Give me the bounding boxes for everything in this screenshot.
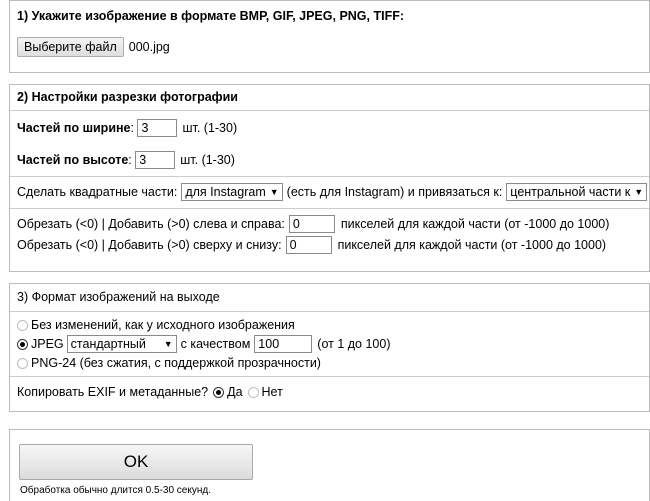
crop-lr-input[interactable]: 0 — [288, 215, 335, 233]
format-jpeg-label: JPEG — [31, 337, 64, 351]
exif-yes-radio[interactable] — [213, 386, 225, 398]
dropdown-arrow-icon: ▼ — [163, 339, 173, 349]
anchor-select-value: центральной части к — [510, 185, 631, 199]
file-name: 000.jpg — [128, 40, 170, 54]
crop-tb-hint: пикселей для каждой части (от -1000 до 1… — [337, 238, 607, 252]
section-slice-settings: 2) Настройки разрезки фотографии Частей … — [9, 84, 650, 272]
format-png-label: PNG-24 (без сжатия, с поддержкой прозрач… — [31, 356, 321, 370]
divider — [10, 376, 649, 377]
format-original-label: Без изменений, как у исходного изображен… — [31, 318, 295, 332]
square-parts-select-value: для Instagram — [185, 185, 266, 199]
quality-label: с качеством — [180, 337, 251, 351]
choose-file-button[interactable]: Выберите файл — [17, 37, 124, 57]
height-parts-input[interactable]: 3 — [135, 151, 176, 169]
crop-lr-hint: пикселей для каждой части (от -1000 до 1… — [340, 217, 610, 231]
square-parts-label: Сделать квадратные части: — [17, 185, 178, 199]
width-parts-hint: шт. (1-30) — [182, 121, 238, 135]
width-parts-input[interactable]: 3 — [137, 119, 178, 137]
quality-input[interactable]: 100 — [254, 335, 313, 353]
anchor-select[interactable]: центральной части к ▼ — [506, 183, 648, 201]
divider — [10, 208, 649, 209]
height-parts-label: Частей по высоте — [17, 153, 129, 167]
format-jpeg-radio[interactable] — [17, 338, 28, 350]
dropdown-arrow-icon: ▼ — [634, 187, 644, 197]
dropdown-arrow-icon: ▼ — [269, 187, 279, 197]
quality-hint: (от 1 до 100) — [317, 337, 391, 351]
divider — [10, 176, 649, 177]
square-parts-select[interactable]: для Instagram ▼ — [181, 183, 283, 201]
exif-no-radio[interactable] — [247, 386, 259, 398]
section-output-title: 3) Формат изображений на выходе — [17, 290, 220, 304]
section-upload-title: 1) Укажите изображение в формате BMP, GI… — [17, 9, 405, 23]
section-output-format: 3) Формат изображений на выходе Без изме… — [9, 283, 650, 412]
crop-lr-label: Обрезать (<0) | Добавить (>0) слева и сп… — [17, 217, 285, 231]
exif-label: Копировать EXIF и метаданные? — [17, 385, 209, 399]
format-png-radio[interactable] — [17, 357, 28, 369]
divider — [10, 110, 649, 111]
width-parts-label: Частей по ширине — [17, 121, 131, 135]
jpeg-mode-select[interactable]: стандартный ▼ — [66, 335, 177, 353]
section-submit: OK Обработка обычно длится 0.5-30 секунд… — [9, 429, 650, 501]
crop-tb-label: Обрезать (<0) | Добавить (>0) сверху и с… — [17, 238, 282, 252]
divider — [10, 311, 649, 312]
square-parts-middle-text: (есть для Instagram) и привязаться к: — [286, 185, 503, 199]
crop-tb-input[interactable]: 0 — [285, 236, 332, 254]
format-original-radio[interactable] — [17, 319, 28, 331]
jpeg-mode-select-value: стандартный — [70, 337, 146, 351]
exif-yes-label: Да — [227, 385, 243, 399]
height-parts-hint: шт. (1-30) — [180, 153, 235, 167]
section-slice-title: 2) Настройки разрезки фотографии — [17, 90, 238, 104]
exif-no-label: Нет — [261, 385, 283, 399]
section-upload: 1) Укажите изображение в формате BMP, GI… — [9, 0, 650, 73]
processing-note: Обработка обычно длится 0.5-30 секунд. — [20, 485, 211, 496]
ok-button[interactable]: OK — [19, 444, 253, 480]
